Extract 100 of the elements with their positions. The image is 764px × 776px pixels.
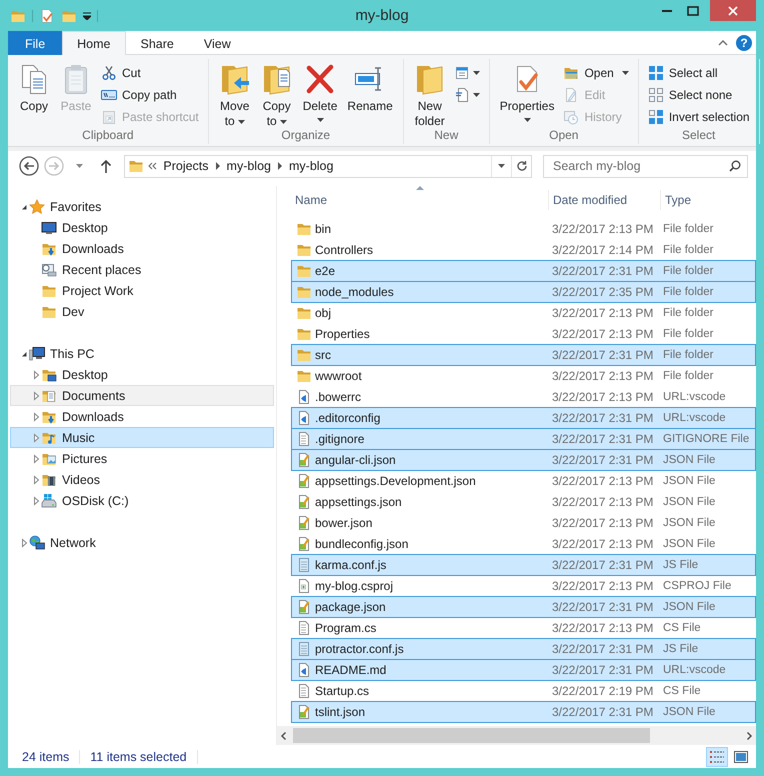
file-name: .bowerrc [315,390,362,404]
breadcrumb-item[interactable]: my-blog [224,159,273,174]
tree-item[interactable]: Network [10,532,274,554]
date-cell-text: 3/22/2017 2:35 PM [551,285,654,300]
overflow-chevron-icon [148,162,158,170]
date-cell-text: 3/22/2017 2:31 PM [551,705,654,720]
tree-item[interactable]: Dev [10,301,274,322]
file-row[interactable]: Program.cs 3/22/2017 2:13 PM CS File [291,617,756,640]
dropdown-arrow-icon [498,164,505,168]
select-all-button[interactable]: Select all [644,62,753,84]
file-row[interactable]: src 3/22/2017 2:31 PM File folder [291,344,756,366]
ribbon-tab[interactable]: Home [62,31,126,55]
tree-item[interactable]: Favorites [10,196,274,218]
horizontal-scrollbar[interactable] [277,726,756,746]
breadcrumb-item[interactable]: Projects [161,159,211,174]
tree-item[interactable]: This PC [10,343,274,364]
type-cell-text: JSON File [662,601,716,614]
file-row[interactable]: Startup.cs 3/22/2017 2:19 PM CS File [291,680,756,702]
date-cell-text: 3/22/2017 2:13 PM [551,327,654,342]
file-row[interactable]: Controllers 3/22/2017 2:14 PM File folder [291,239,756,262]
move-button[interactable]: Move to [214,61,255,131]
column-header[interactable]: Name [291,190,549,210]
breadcrumb-item[interactable]: my-blog [287,159,336,174]
properties-button[interactable]: Properties [496,61,558,130]
date-cell-text: 3/22/2017 2:13 PM [551,306,654,320]
file-name: Controllers [315,243,374,258]
file-name: src [315,348,331,362]
delete-button[interactable]: Delete [298,61,342,130]
date-cell-text: 3/22/2017 2:14 PM [551,243,654,258]
dropdown-arrow-icon [622,71,629,75]
group-label: Clipboard [81,127,135,144]
paste-shortcut-icon [101,109,117,125]
tree-item[interactable]: Pictures [10,448,274,470]
file-menu-tab[interactable]: File [8,31,62,55]
column-header[interactable]: Type [661,190,756,210]
folder-icon [296,368,312,384]
tree-item[interactable]: Music [10,427,274,448]
close-button[interactable] [710,0,756,21]
file-row[interactable]: Properties 3/22/2017 2:13 PM File folder [291,323,756,346]
file-row[interactable]: bin 3/22/2017 2:13 PM File folder [291,218,756,240]
help-button[interactable]: ? [736,34,752,50]
file-row[interactable]: node_modules 3/22/2017 2:35 PM File folder [291,281,756,304]
file-name: tslint.json [315,705,366,720]
cut-button[interactable]: Cut [98,62,202,84]
file-row[interactable]: appsettings.Development.json 3/22/2017 2:13 PM JSON File [291,470,756,492]
file-row[interactable]: package.json 3/22/2017 2:31 PM JSON File [291,596,756,618]
file-name: .gitignore [315,432,364,446]
file-row[interactable]: .gitignore 3/22/2017 2:31 PM GITIGNORE File [291,428,756,450]
rename-button[interactable]: Rename [343,61,397,116]
file-row[interactable]: bundleconfig.json 3/22/2017 2:13 PM JSON File [291,533,756,556]
folder-icon [296,242,312,258]
ribbon-tab[interactable]: View [188,31,246,55]
file-row[interactable]: bower.json 3/22/2017 2:13 PM JSON File [291,512,756,534]
tree-item[interactable]: Videos [10,469,274,490]
copy-button[interactable]: Copy [14,61,54,116]
file-row[interactable]: obj 3/22/2017 2:13 PM File folder [291,302,756,324]
copy-path-button[interactable]: Copy path [98,84,202,106]
file-row[interactable]: wwwroot 3/22/2017 2:13 PM File folder [291,365,756,388]
json-file-icon [296,515,312,532]
file-row[interactable]: karma.conf.js 3/22/2017 2:31 PM JS File [291,554,756,576]
file-name: .editorconfig [315,411,380,426]
file-row[interactable]: appsettings.json 3/22/2017 2:13 PM JSON File [291,491,756,514]
type-cell-text: JSON File [662,538,716,550]
file-row[interactable]: protractor.conf.js 3/22/2017 2:31 PM JS File [291,638,756,660]
type-cell-text: File folder [662,286,714,298]
search-field[interactable]: Search my-blog [543,154,748,178]
invert-button[interactable]: Invert selection [644,106,753,128]
view-button[interactable] [706,746,728,767]
tree-item[interactable]: Downloads [10,238,274,260]
json-file-icon [296,704,312,720]
tree-item[interactable]: Documents [10,385,274,406]
json-file-icon [296,452,312,468]
select-none-button[interactable]: Select none [644,84,753,106]
new-item-icon [454,65,471,81]
group-label: Open [548,127,580,144]
type-cell-text: File folder [662,265,714,278]
tree-item[interactable]: Recent places [10,259,274,280]
tree-item[interactable]: Project Work [10,280,274,302]
column-header[interactable]: Date modified [549,190,661,210]
tree-item[interactable]: Downloads [10,406,274,428]
breadcrumb-arrow-icon [214,161,221,172]
open-button[interactable]: Open [560,62,632,84]
file-row[interactable]: angular-cli.json 3/22/2017 2:31 PM JSON File [291,449,756,472]
file-row[interactable]: README.md 3/22/2017 2:31 PM URL:vscode [291,659,756,682]
file-row[interactable]: .bowerrc 3/22/2017 2:13 PM URL:vscode [291,386,756,408]
tree-item[interactable]: Desktop [10,364,274,386]
tree-item[interactable]: OSDisk (C:) [10,490,274,512]
scrollbar-thumb[interactable] [293,728,650,744]
file-row[interactable]: e2e 3/22/2017 2:31 PM File folder [291,260,756,282]
ribbon-tab[interactable]: Share [126,31,189,55]
type-cell-text: CSPROJ File [662,580,732,592]
file-name: protractor.conf.js [315,642,404,656]
file-row[interactable]: .editorconfig 3/22/2017 2:31 PM URL:vscode [291,407,756,430]
file-row[interactable]: my-blog.csproj 3/22/2017 2:13 PM CSPROJ File [291,575,756,598]
file-name: Startup.cs [315,684,370,698]
tree-item[interactable]: Desktop [10,217,274,238]
file-name: wwwroot [315,369,362,384]
address-bar[interactable]: Projects my-blog my-blog [124,154,532,178]
file-row[interactable]: tslint.json 3/22/2017 2:31 PM JSON File [291,701,756,724]
date-cell-text: 3/22/2017 2:19 PM [551,684,654,698]
